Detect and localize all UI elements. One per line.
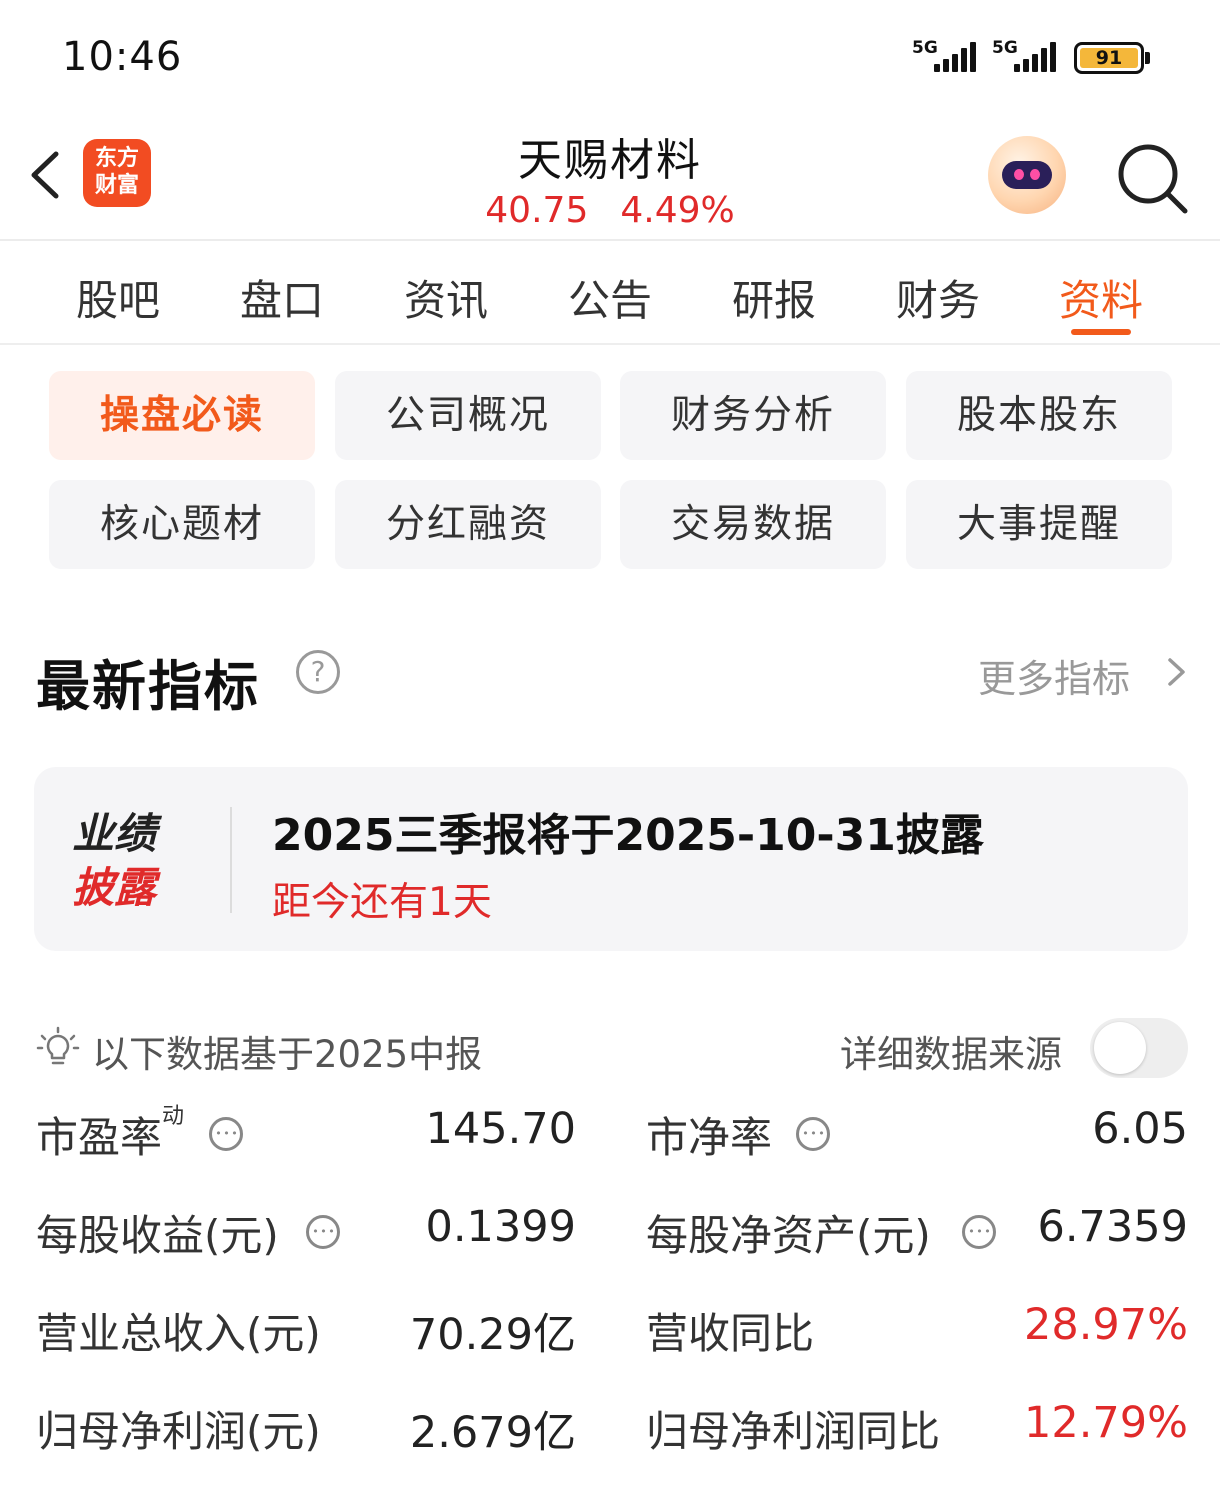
earnings-disclosure-card[interactable]: 业绩 披露 2025三季报将于2025-10-31披露 距今还有1天 <box>34 767 1188 951</box>
bvps-value: 6.7359 <box>1037 1202 1188 1252</box>
pe-value: 145.70 <box>425 1104 576 1154</box>
net-profit-value: 2.679亿 <box>409 1408 576 1458</box>
pe-label: 市盈率动 <box>36 1104 185 1162</box>
ai-assistant-robot-icon[interactable] <box>988 136 1066 214</box>
badge-line-1: 业绩 <box>72 809 157 858</box>
battery-level: 91 <box>1080 48 1138 68</box>
subnav-major-events[interactable]: 大事提醒 <box>906 480 1172 569</box>
status-time: 10:46 <box>62 34 183 80</box>
more-indicators-link[interactable]: 更多指标 <box>978 648 1130 703</box>
subnav-core-themes[interactable]: 核心题材 <box>49 480 315 569</box>
net-profit-yoy-value: 12.79% <box>1024 1398 1188 1448</box>
tab-finance[interactable]: 财务 <box>868 267 1008 328</box>
tab-research[interactable]: 研报 <box>704 267 844 328</box>
subnav-shareholders[interactable]: 股本股东 <box>906 371 1172 460</box>
stock-header: 东方 财富 天赐材料 40.75 4.49% <box>0 110 1220 241</box>
eps-value: 0.1399 <box>425 1202 576 1252</box>
subnav-trading-essentials[interactable]: 操盘必读 <box>49 371 315 460</box>
net-profit-yoy-label: 归母净利润同比 <box>646 1407 941 1456</box>
subnav-company-overview[interactable]: 公司概况 <box>335 371 601 460</box>
revenue-label: 营业总收入(元) <box>36 1309 321 1358</box>
signal-1-label: 5G <box>912 38 938 58</box>
signal-2-icon: 5G <box>992 38 1056 74</box>
more-info-icon[interactable] <box>306 1215 340 1249</box>
lightbulb-icon <box>36 1026 80 1065</box>
bvps-label: 每股净资产(元) <box>646 1211 931 1260</box>
tab-news[interactable]: 资讯 <box>376 267 516 328</box>
pe-dynamic-sup: 动 <box>162 1104 185 1129</box>
subnav-financial-analysis[interactable]: 财务分析 <box>620 371 886 460</box>
eps-label: 每股收益(元) <box>36 1211 279 1260</box>
status-bar: 10:46 5G 5G 91 <box>0 0 1220 110</box>
stock-price: 40.75 <box>485 190 589 231</box>
pb-label: 市净率 <box>646 1113 773 1162</box>
stock-change-pct: 4.49% <box>620 190 735 231</box>
main-tabs: 股吧 盘口 资讯 公告 研报 财务 资料 <box>0 243 1220 345</box>
tab-pankou[interactable]: 盘口 <box>212 267 352 328</box>
disclosure-countdown: 距今还有1天 <box>272 880 492 925</box>
tab-announcements[interactable]: 公告 <box>540 267 680 328</box>
subnav-trading-data[interactable]: 交易数据 <box>620 480 886 569</box>
badge-line-2: 披露 <box>72 863 157 912</box>
tab-guba[interactable]: 股吧 <box>48 267 188 328</box>
net-profit-label: 归母净利润(元) <box>36 1407 321 1456</box>
disclosure-badge: 业绩 披露 <box>72 807 190 915</box>
pb-value: 6.05 <box>1092 1104 1188 1154</box>
signal-1-icon: 5G <box>912 38 976 74</box>
chevron-right-icon[interactable] <box>1164 656 1190 688</box>
revenue-value: 70.29亿 <box>409 1310 576 1360</box>
card-divider <box>230 807 232 913</box>
revenue-yoy-value: 28.97% <box>1024 1300 1188 1350</box>
subnav-dividends-financing[interactable]: 分红融资 <box>335 480 601 569</box>
data-basis-text: 以下数据基于2025中报 <box>92 1033 483 1076</box>
battery-icon: 91 <box>1074 42 1150 74</box>
signal-2-label: 5G <box>992 38 1018 58</box>
active-tab-indicator <box>1071 329 1131 335</box>
section-title: 最新指标 <box>36 655 260 718</box>
more-info-icon[interactable] <box>209 1117 243 1151</box>
search-icon[interactable] <box>1114 140 1190 216</box>
tab-profile[interactable]: 资料 <box>1031 267 1171 328</box>
data-source-toggle[interactable] <box>1090 1018 1188 1078</box>
data-source-label: 详细数据来源 <box>840 1033 1062 1076</box>
disclosure-title: 2025三季报将于2025-10-31披露 <box>272 810 984 861</box>
more-info-icon[interactable] <box>796 1117 830 1151</box>
help-icon[interactable]: ? <box>296 650 340 694</box>
revenue-yoy-label: 营收同比 <box>646 1309 815 1358</box>
